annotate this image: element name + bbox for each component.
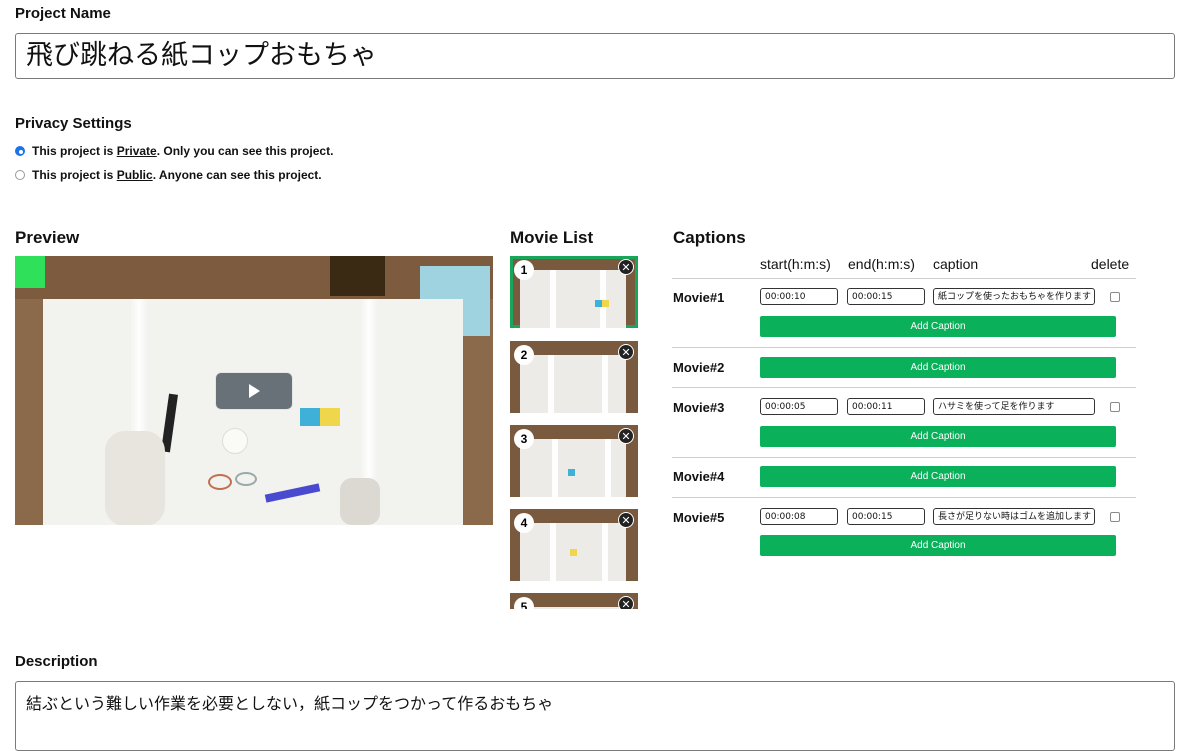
delete-checkbox[interactable] (1110, 292, 1120, 302)
movie-number-badge: 1 (514, 260, 534, 280)
start-time-input[interactable]: 00:00:05 (760, 398, 838, 415)
remove-movie-icon[interactable]: ✕ (618, 428, 634, 444)
col-caption: caption (933, 256, 979, 272)
caption-text-input[interactable]: 紙コップを使ったおもちゃを作ります (933, 288, 1095, 305)
private-option-label: This project is Private. Only you can se… (32, 144, 334, 158)
add-caption-button[interactable]: Add Caption (760, 466, 1116, 487)
movie-number-badge: 2 (514, 345, 534, 365)
col-start: start(h:m:s) (760, 256, 831, 272)
movie-1-label: Movie#1 (673, 290, 725, 305)
movie-thumb-1[interactable]: 1 ✕ (510, 256, 638, 328)
add-caption-button[interactable]: Add Caption (760, 316, 1116, 337)
col-delete: delete (1091, 256, 1130, 272)
add-caption-button[interactable]: Add Caption (760, 357, 1116, 378)
movie-number-badge: 4 (514, 513, 534, 533)
public-radio[interactable] (15, 170, 25, 180)
delete-checkbox[interactable] (1110, 402, 1120, 412)
private-radio[interactable] (15, 146, 25, 156)
movie-4-label: Movie#4 (673, 469, 725, 484)
movie-list[interactable]: 1 ✕ 2 ✕ 3 ✕ 4 ✕ 5 ✕ (510, 256, 638, 609)
movie-list-label: Movie List (510, 228, 594, 247)
add-caption-button[interactable]: Add Caption (760, 535, 1116, 556)
remove-movie-icon[interactable]: ✕ (618, 259, 634, 275)
description-textarea[interactable]: 結ぶという難しい作業を必要としない，紙コップをつかって作るおもちゃ (15, 681, 1175, 751)
movie-5-label: Movie#5 (673, 510, 725, 525)
movie-2-label: Movie#2 (673, 360, 725, 375)
movie-number-badge: 5 (514, 597, 534, 609)
movie-thumb-2[interactable]: 2 ✕ (510, 341, 638, 413)
start-time-input[interactable]: 00:00:08 (760, 508, 838, 525)
movie-thumb-4[interactable]: 4 ✕ (510, 509, 638, 581)
movie-thumb-5[interactable]: 5 ✕ (510, 593, 638, 609)
public-option-label: This project is Public. Anyone can see t… (32, 168, 322, 182)
project-name-label: Project Name (15, 5, 111, 22)
movie-number-badge: 3 (514, 429, 534, 449)
remove-movie-icon[interactable]: ✕ (618, 344, 634, 360)
play-icon (248, 384, 260, 398)
privacy-option-public[interactable]: This project is Public. Anyone can see t… (15, 168, 322, 182)
movie-thumb-3[interactable]: 3 ✕ (510, 425, 638, 497)
captions-header: start(h:m:s) end(h:m:s) caption delete (760, 256, 1135, 278)
add-caption-button[interactable]: Add Caption (760, 426, 1116, 447)
end-time-input[interactable]: 00:00:11 (847, 398, 925, 415)
preview-video[interactable] (15, 256, 493, 525)
caption-text-input[interactable]: ハサミを使って足を作ります (933, 398, 1095, 415)
delete-checkbox[interactable] (1110, 512, 1120, 522)
preview-label: Preview (15, 228, 80, 247)
end-time-input[interactable]: 00:00:15 (847, 508, 925, 525)
start-time-input[interactable]: 00:00:10 (760, 288, 838, 305)
end-time-input[interactable]: 00:00:15 (847, 288, 925, 305)
privacy-option-private[interactable]: This project is Private. Only you can se… (15, 144, 333, 158)
privacy-settings-label: Privacy Settings (15, 115, 132, 132)
description-label: Description (15, 653, 98, 670)
remove-movie-icon[interactable]: ✕ (618, 596, 634, 609)
caption-text-input[interactable]: 長さが足りない時はゴムを追加します (933, 508, 1095, 525)
remove-movie-icon[interactable]: ✕ (618, 512, 634, 528)
movie-3-label: Movie#3 (673, 400, 725, 415)
col-end: end(h:m:s) (848, 256, 915, 272)
project-name-input[interactable]: 飛び跳ねる紙コップおもちゃ (15, 33, 1175, 79)
play-button[interactable] (215, 372, 293, 410)
captions-label: Captions (673, 228, 746, 247)
